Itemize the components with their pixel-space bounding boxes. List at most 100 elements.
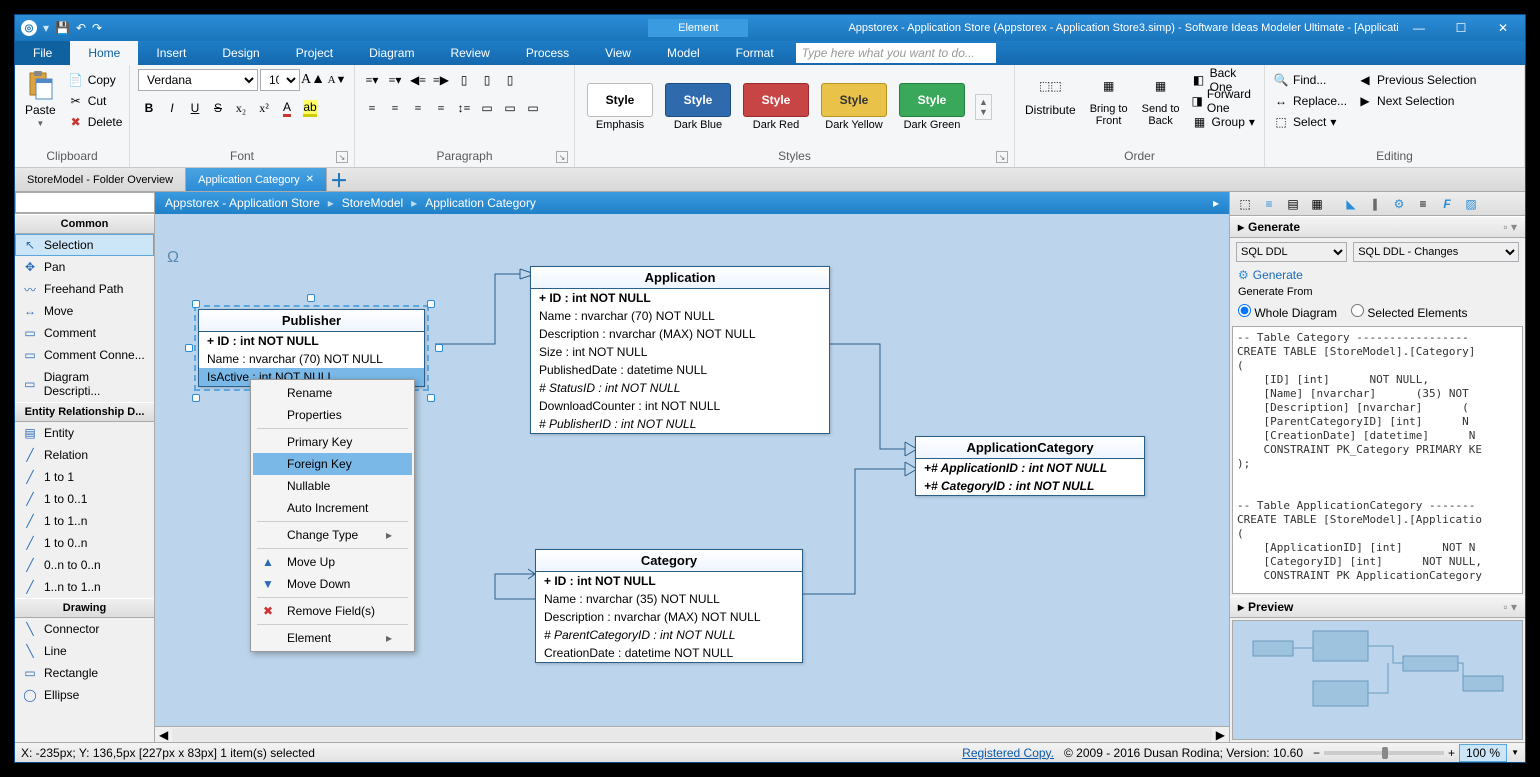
font-size-select[interactable]: 10 xyxy=(260,69,300,91)
minimize-button[interactable]: — xyxy=(1399,17,1439,39)
shrink-font-button[interactable]: A▼ xyxy=(326,69,348,91)
generate-mode-select[interactable]: SQL DDL - Changes xyxy=(1353,242,1519,262)
close-tab-icon[interactable]: ✕ xyxy=(306,174,314,185)
rp-tool-icon[interactable]: ▦ xyxy=(1306,194,1328,214)
strike-button[interactable]: S xyxy=(207,97,229,119)
grow-font-button[interactable]: A▲ xyxy=(302,69,324,91)
toolbox-item[interactable]: ╱1 to 1 xyxy=(15,466,154,488)
radio-whole-diagram[interactable]: Whole Diagram xyxy=(1238,304,1337,320)
entity-field[interactable]: +# ApplicationID : int NOT NULL xyxy=(916,459,1144,477)
rp-tool-icon[interactable]: ⚙ xyxy=(1388,194,1410,214)
doc-tab[interactable]: StoreModel - Folder Overview xyxy=(15,168,186,191)
toolbox-item[interactable]: ↖Selection xyxy=(15,234,154,256)
search-input[interactable]: Type here what you want to do... xyxy=(796,43,996,63)
add-tab-button[interactable]: ＋ xyxy=(327,168,351,191)
entity-application[interactable]: Application + ID : int NOT NULLName : nv… xyxy=(530,266,830,434)
style-dark-yellow[interactable]: StyleDark Yellow xyxy=(819,83,889,131)
italic-button[interactable]: I xyxy=(161,97,183,119)
send-back-button[interactable]: ▦Send to Back xyxy=(1136,69,1186,129)
font-family-select[interactable]: Verdana xyxy=(138,69,258,91)
selection-handle[interactable] xyxy=(192,300,200,308)
style-dark-green[interactable]: StyleDark Green xyxy=(897,83,967,131)
ribbon-tab-design[interactable]: Design xyxy=(204,41,277,65)
subscript-button[interactable]: x₂ xyxy=(230,97,252,119)
bold-button[interactable]: B xyxy=(138,97,160,119)
panel-title-preview[interactable]: Preview xyxy=(1248,600,1293,614)
file-menu[interactable]: File xyxy=(15,41,70,65)
ribbon-tab-view[interactable]: View xyxy=(587,41,649,65)
style-dark-red[interactable]: StyleDark Red xyxy=(741,83,811,131)
selection-handle[interactable] xyxy=(185,344,193,352)
selection-handle[interactable] xyxy=(307,294,315,302)
ribbon-tab-insert[interactable]: Insert xyxy=(138,41,204,65)
border-vc-button[interactable]: ▭ xyxy=(499,97,521,119)
toolbox-item[interactable]: ╱1 to 0..1 xyxy=(15,488,154,510)
paragraph-dialog-launcher[interactable]: ↘ xyxy=(556,151,568,163)
rp-tool-icon[interactable]: ▤ xyxy=(1282,194,1304,214)
preview-pane[interactable] xyxy=(1232,620,1523,740)
ctx-rename[interactable]: Rename xyxy=(253,382,412,404)
next-selection-button[interactable]: ▶Next Selection xyxy=(1353,90,1480,111)
styles-dialog-launcher[interactable]: ↘ xyxy=(996,151,1008,163)
delete-button[interactable]: ✖Delete xyxy=(64,111,127,132)
replace-button[interactable]: ↔Replace... xyxy=(1269,90,1351,111)
generate-type-select[interactable]: SQL DDL xyxy=(1236,242,1347,262)
group-button[interactable]: ▦Group ▾ xyxy=(1188,111,1260,132)
ctx-auto-increment[interactable]: Auto Increment xyxy=(253,497,412,519)
toolbox-cat-drawing[interactable]: Drawing xyxy=(15,598,154,618)
style-emphasis[interactable]: StyleEmphasis xyxy=(585,83,655,131)
ribbon-tab-project[interactable]: Project xyxy=(278,41,351,65)
selection-handle[interactable] xyxy=(427,394,435,402)
doc-tab[interactable]: Application Category✕ xyxy=(186,168,327,191)
rp-tool-icon[interactable]: ≡ xyxy=(1258,194,1280,214)
entity-field[interactable]: # ParentCategoryID : int NOT NULL xyxy=(536,626,802,644)
zoom-out-button[interactable]: − xyxy=(1313,746,1320,760)
entity-field[interactable]: Name : nvarchar (35) NOT NULL xyxy=(536,590,802,608)
numbering-button[interactable]: ≡▾ xyxy=(384,69,406,91)
paste-button[interactable]: Paste▼ xyxy=(19,69,62,130)
maximize-button[interactable]: ☐ xyxy=(1441,17,1481,39)
styles-more[interactable]: ▲▼ xyxy=(975,94,992,120)
entity-field[interactable]: DownloadCounter : int NOT NULL xyxy=(531,397,829,415)
ctx-element[interactable]: Element▸ xyxy=(253,627,412,649)
outdent-button[interactable]: ◀≡ xyxy=(407,69,429,91)
superscript-button[interactable]: x² xyxy=(253,97,275,119)
border-hc-button[interactable]: ▯ xyxy=(476,69,498,91)
toolbox-item[interactable]: ▭Comment Conne... xyxy=(15,344,154,366)
forward-one-button[interactable]: ◨Forward One xyxy=(1188,90,1260,111)
bullets-button[interactable]: ≡▾ xyxy=(361,69,383,91)
border-left-button[interactable]: ▯ xyxy=(453,69,475,91)
rp-tool-icon[interactable]: F xyxy=(1436,194,1458,214)
rp-tool-icon[interactable]: ⬚ xyxy=(1234,194,1256,214)
toolbox-item[interactable]: ✥Pan xyxy=(15,256,154,278)
breadcrumb-item[interactable]: Application Category xyxy=(425,196,536,210)
qat-save-icon[interactable]: 💾 xyxy=(55,21,70,35)
entity-field[interactable]: Name : nvarchar (70) NOT NULL xyxy=(531,307,829,325)
indent-button[interactable]: ≡▶ xyxy=(430,69,452,91)
entity-field[interactable]: CreationDate : datetime NOT NULL xyxy=(536,644,802,662)
toolbox-search-input[interactable] xyxy=(15,192,155,213)
diagram-canvas[interactable]: Ω xyxy=(155,214,1229,726)
toolbox-item[interactable]: ╱0..n to 0..n xyxy=(15,554,154,576)
ribbon-tab-model[interactable]: Model xyxy=(649,41,718,65)
toolbox-item[interactable]: 〰Freehand Path xyxy=(15,278,154,300)
generate-link[interactable]: ⚙Generate xyxy=(1230,266,1525,284)
cut-button[interactable]: ✂Cut xyxy=(64,90,127,111)
border-right-button[interactable]: ▯ xyxy=(499,69,521,91)
radio-selected-elements[interactable]: Selected Elements xyxy=(1351,304,1467,320)
toolbox-item[interactable]: ▤Entity xyxy=(15,422,154,444)
copy-button[interactable]: 📄Copy xyxy=(64,69,127,90)
bring-front-button[interactable]: ▦Bring to Front xyxy=(1084,69,1134,129)
select-button[interactable]: ⬚Select ▾ xyxy=(1269,111,1351,132)
ctx-properties[interactable]: Properties xyxy=(253,404,412,426)
entity-appcat[interactable]: ApplicationCategory +# ApplicationID : i… xyxy=(915,436,1145,496)
ctx-foreign-key[interactable]: Foreign Key xyxy=(253,453,412,475)
status-link[interactable]: Registered Copy. xyxy=(962,746,1054,760)
align-right-button[interactable]: ≡ xyxy=(407,97,429,119)
ctx-primary-key[interactable]: Primary Key xyxy=(253,431,412,453)
entity-field[interactable]: + ID : int NOT NULL xyxy=(199,332,424,350)
entity-field[interactable]: +# CategoryID : int NOT NULL xyxy=(916,477,1144,495)
qat-undo-icon[interactable]: ↶ xyxy=(76,21,86,35)
sql-output[interactable]: -- Table Category ----------------- CREA… xyxy=(1232,326,1523,594)
entity-publisher[interactable]: Publisher + ID : int NOT NULLName : nvar… xyxy=(198,309,425,387)
